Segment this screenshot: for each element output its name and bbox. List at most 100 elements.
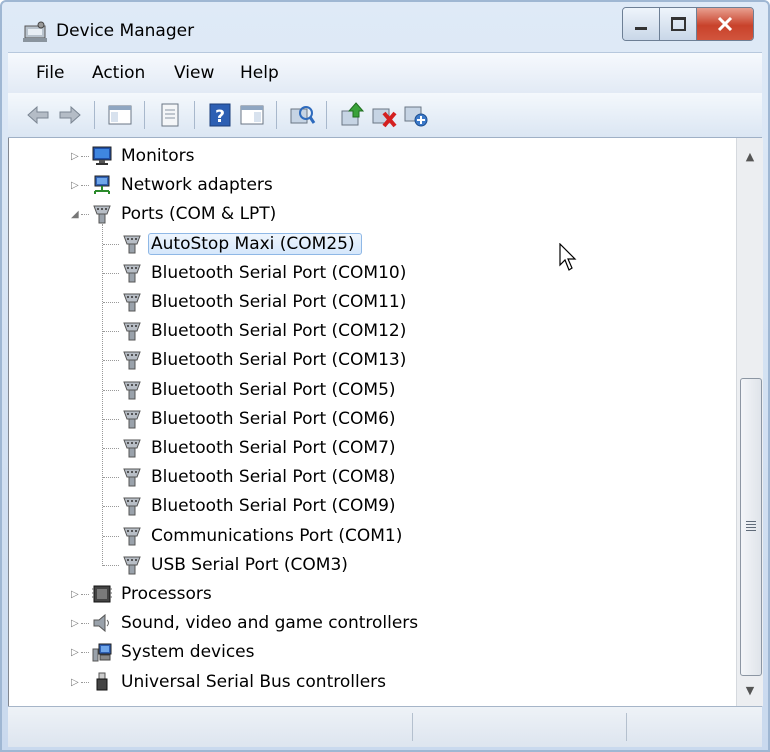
port-item[interactable]: Bluetooth Serial Port (COM9) bbox=[121, 492, 396, 520]
menu-view[interactable]: View bbox=[174, 63, 214, 83]
category-label: Sound, video and game controllers bbox=[121, 613, 419, 634]
expand-arrow-icon[interactable]: ▷ bbox=[71, 589, 81, 600]
expand-arrow-icon[interactable]: ▷ bbox=[71, 180, 81, 191]
port-item[interactable]: Bluetooth Serial Port (COM6) bbox=[121, 405, 396, 433]
category-label: Ports (COM & LPT) bbox=[121, 204, 277, 225]
port-item[interactable]: Bluetooth Serial Port (COM8) bbox=[121, 463, 396, 491]
device-manager-window: Device Manager File Action View Help ? ▷… bbox=[0, 0, 770, 752]
menu-file[interactable]: File bbox=[36, 63, 64, 83]
collapse-arrow-icon[interactable]: ◢ bbox=[71, 209, 81, 220]
port-item[interactable]: USB Serial Port (COM3) bbox=[121, 551, 348, 579]
device-manager-app-icon bbox=[23, 21, 47, 42]
port-label: Bluetooth Serial Port (COM10) bbox=[151, 262, 407, 283]
expand-arrow-icon[interactable]: ▷ bbox=[71, 151, 81, 162]
category-label: Universal Serial Bus controllers bbox=[121, 671, 387, 692]
port-item[interactable]: Bluetooth Serial Port (COM10) bbox=[121, 259, 406, 287]
tree-category[interactable]: System devices bbox=[91, 638, 255, 666]
scroll-thumb[interactable] bbox=[740, 378, 762, 676]
minimize-button[interactable] bbox=[623, 8, 660, 40]
port-label: Communications Port (COM1) bbox=[151, 525, 403, 546]
show-action-pane-icon[interactable] bbox=[238, 101, 266, 129]
port-label: Bluetooth Serial Port (COM11) bbox=[151, 292, 407, 312]
expand-arrow-icon[interactable]: ▷ bbox=[71, 647, 81, 658]
help-icon[interactable]: ? bbox=[206, 101, 234, 129]
menu-bar: File Action View Help bbox=[8, 52, 762, 94]
tree-category[interactable]: Universal Serial Bus controllers bbox=[91, 668, 386, 696]
port-icon bbox=[121, 320, 143, 342]
disable-icon[interactable] bbox=[402, 101, 430, 129]
expand-arrow-icon[interactable]: ▷ bbox=[71, 677, 81, 688]
tree-category[interactable]: Ports (COM & LPT) bbox=[91, 200, 276, 228]
port-item[interactable]: AutoStop Maxi (COM25) bbox=[121, 230, 362, 258]
forward-icon[interactable] bbox=[56, 101, 84, 129]
back-icon[interactable] bbox=[24, 101, 52, 129]
port-icon bbox=[121, 525, 143, 547]
category-label: System devices bbox=[121, 642, 255, 663]
close-icon bbox=[717, 17, 733, 31]
port-icon bbox=[91, 203, 113, 225]
port-label: Bluetooth Serial Port (COM13) bbox=[151, 350, 407, 371]
status-bar bbox=[8, 706, 762, 747]
uninstall-icon[interactable] bbox=[370, 101, 398, 129]
minimize-icon bbox=[635, 27, 647, 30]
maximize-button[interactable] bbox=[660, 8, 697, 40]
toolbar: ? bbox=[8, 93, 762, 138]
svg-text:?: ? bbox=[215, 107, 225, 127]
port-icon bbox=[121, 554, 143, 576]
category-label: Network adapters bbox=[121, 175, 273, 196]
port-label: Bluetooth Serial Port (COM6) bbox=[151, 408, 396, 429]
port-icon bbox=[121, 408, 143, 430]
port-item[interactable]: Bluetooth Serial Port (COM12) bbox=[121, 317, 406, 345]
port-item[interactable]: Bluetooth Serial Port (COM11) bbox=[121, 288, 406, 316]
port-icon bbox=[121, 291, 143, 313]
port-icon bbox=[121, 233, 143, 255]
scroll-down-arrow[interactable]: ▼ bbox=[737, 678, 763, 702]
scroll-up-arrow[interactable]: ▲ bbox=[737, 144, 763, 168]
port-icon bbox=[121, 379, 143, 401]
port-item[interactable]: Bluetooth Serial Port (COM13) bbox=[121, 346, 406, 374]
menu-action[interactable]: Action bbox=[92, 63, 145, 83]
title-bar[interactable]: Device Manager bbox=[2, 2, 768, 52]
monitor-icon bbox=[91, 145, 113, 167]
speaker-icon bbox=[91, 612, 113, 634]
update-driver-icon[interactable] bbox=[338, 101, 366, 129]
close-button[interactable] bbox=[697, 8, 753, 40]
window-controls bbox=[622, 7, 754, 41]
port-item[interactable]: Bluetooth Serial Port (COM7) bbox=[121, 434, 396, 462]
expand-arrow-icon[interactable]: ▷ bbox=[71, 618, 81, 629]
network-adapter-icon bbox=[91, 174, 113, 196]
vertical-scrollbar[interactable]: ▲ ▼ bbox=[736, 138, 763, 706]
port-icon bbox=[121, 262, 143, 284]
scroll-grip-icon bbox=[746, 519, 756, 533]
mouse-cursor-icon bbox=[559, 242, 579, 278]
window-title: Device Manager bbox=[56, 21, 195, 41]
port-label: Bluetooth Serial Port (COM8) bbox=[151, 467, 396, 488]
port-label: Bluetooth Serial Port (COM5) bbox=[151, 379, 396, 400]
usb-icon bbox=[91, 671, 113, 693]
category-label: Processors bbox=[121, 584, 212, 604]
port-icon bbox=[121, 437, 143, 459]
show-hide-console-tree-icon[interactable] bbox=[106, 101, 134, 129]
port-icon bbox=[121, 495, 143, 517]
tree-category[interactable]: Processors bbox=[91, 580, 212, 608]
properties-icon[interactable] bbox=[156, 101, 184, 129]
port-icon bbox=[121, 349, 143, 371]
tree-category[interactable]: Network adapters bbox=[91, 171, 273, 199]
scan-hardware-changes-icon[interactable] bbox=[288, 101, 316, 129]
menu-help[interactable]: Help bbox=[240, 63, 279, 83]
port-label: Bluetooth Serial Port (COM12) bbox=[151, 321, 407, 342]
maximize-icon bbox=[671, 17, 686, 31]
device-tree[interactable]: ▷ Monitors ▷ Network adapters ◢ Ports (COM & … bbox=[8, 138, 737, 706]
tree-category[interactable]: Monitors bbox=[91, 142, 194, 170]
category-label: Monitors bbox=[121, 146, 195, 166]
port-label: AutoStop Maxi (COM25) bbox=[148, 232, 362, 255]
port-item[interactable]: Communications Port (COM1) bbox=[121, 522, 402, 550]
processor-icon bbox=[91, 583, 113, 605]
port-label: Bluetooth Serial Port (COM9) bbox=[151, 496, 396, 517]
port-item[interactable]: Bluetooth Serial Port (COM5) bbox=[121, 376, 396, 404]
tree-category[interactable]: Sound, video and game controllers bbox=[91, 609, 418, 637]
port-icon bbox=[121, 466, 143, 488]
port-label: Bluetooth Serial Port (COM7) bbox=[151, 438, 396, 458]
system-devices-icon bbox=[91, 641, 113, 663]
port-label: USB Serial Port (COM3) bbox=[151, 554, 348, 575]
